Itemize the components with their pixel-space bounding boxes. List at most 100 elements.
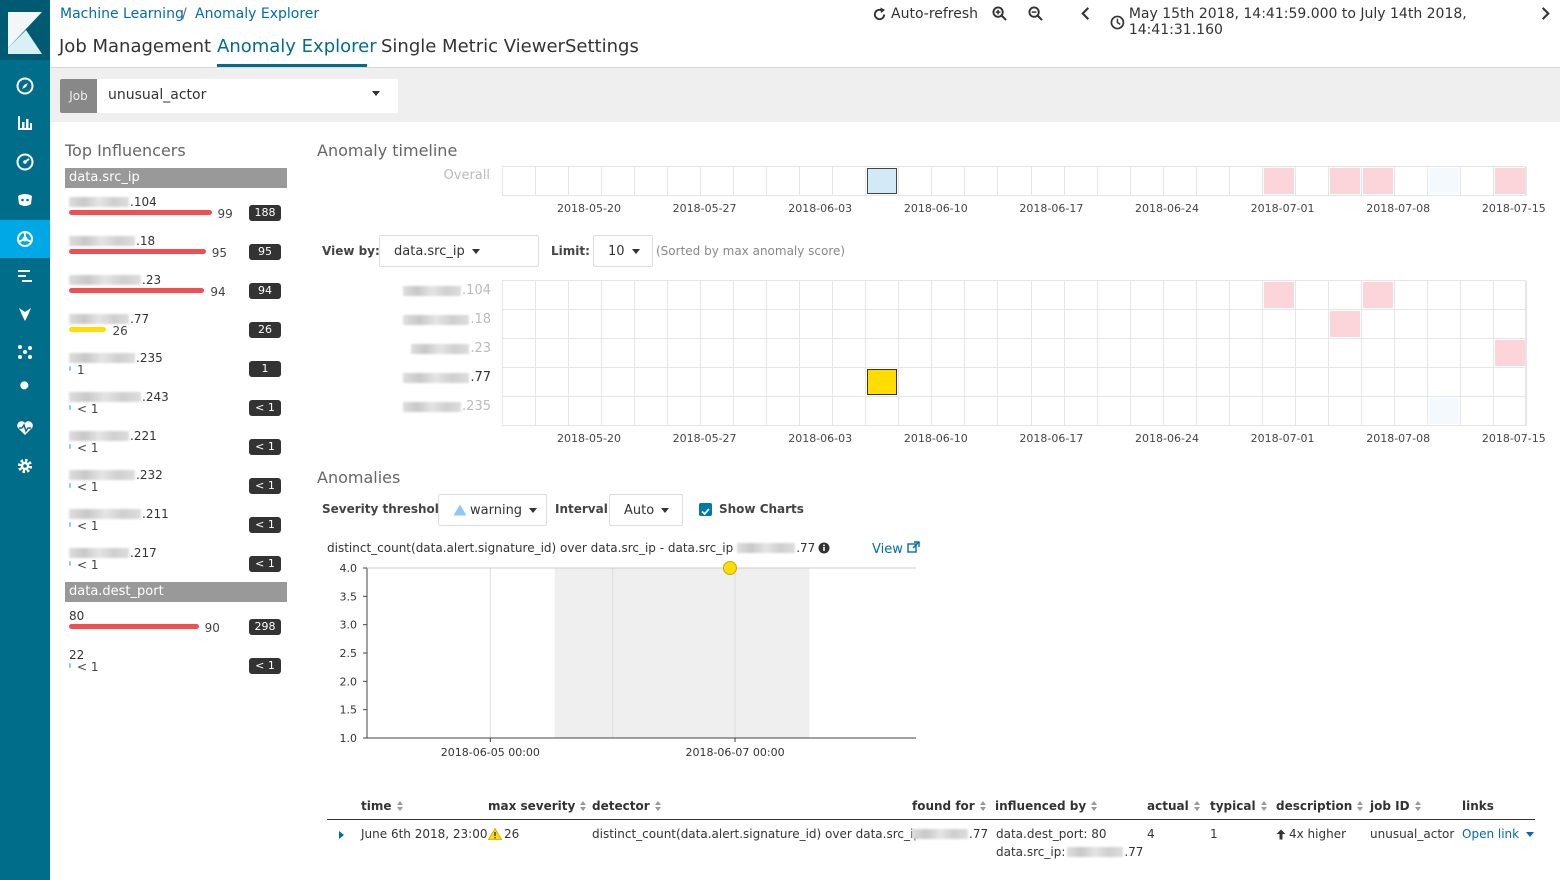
swimlane-cell[interactable] <box>1196 397 1230 426</box>
swimlane-cell[interactable] <box>833 281 867 310</box>
swimlane-cell[interactable] <box>1163 397 1197 426</box>
swimlane-cell[interactable] <box>1460 339 1494 368</box>
anomaly-cell[interactable] <box>1362 282 1393 308</box>
swimlane-cell[interactable] <box>767 339 801 368</box>
swimlane-cell[interactable] <box>635 281 669 310</box>
interval-select[interactable]: Auto <box>609 494 683 526</box>
swimlane-cell[interactable] <box>602 339 636 368</box>
column-header[interactable]: time <box>361 799 403 813</box>
swimlane-row-label[interactable]: .104 <box>380 283 491 298</box>
swimlane-cell[interactable] <box>1031 281 1065 310</box>
swimlane-cell[interactable] <box>998 368 1032 397</box>
swimlane-cell[interactable] <box>1130 310 1164 339</box>
swimlane-cell[interactable] <box>899 368 933 397</box>
info-icon[interactable] <box>818 542 830 554</box>
swimlane-row-label[interactable]: .77 <box>380 370 491 385</box>
expand-row-icon[interactable] <box>338 830 346 840</box>
swimlane-cell[interactable] <box>1163 167 1197 196</box>
swimlane-cell[interactable] <box>503 167 537 196</box>
swimlane-cell[interactable] <box>1229 397 1263 426</box>
swimlane-cell[interactable] <box>536 339 570 368</box>
swimlane-cell[interactable] <box>1130 281 1164 310</box>
swimlane-cell[interactable] <box>965 339 999 368</box>
swimlane-cell[interactable] <box>1229 310 1263 339</box>
swimlane-cell[interactable] <box>1097 167 1131 196</box>
swimlane-cell[interactable] <box>1394 339 1428 368</box>
swimlane-cell[interactable] <box>1064 397 1098 426</box>
swimlane-cell[interactable] <box>569 368 603 397</box>
swimlane-cell[interactable] <box>1196 281 1230 310</box>
swimlane-cell[interactable] <box>1295 368 1329 397</box>
swimlane-cell[interactable] <box>734 368 768 397</box>
zoom-in-button[interactable] <box>992 6 1007 21</box>
swimlane-cell[interactable] <box>998 339 1032 368</box>
swimlane-cell[interactable] <box>1163 368 1197 397</box>
breadcrumb-machine-learning[interactable]: Machine Learning <box>60 6 184 22</box>
swimlane-cell[interactable] <box>1427 368 1461 397</box>
swimlane-cell[interactable] <box>734 339 768 368</box>
swimlane-cell[interactable] <box>602 281 636 310</box>
swimlane-cell[interactable] <box>833 167 867 196</box>
swimlane-cell[interactable] <box>734 310 768 339</box>
swimlane-cell[interactable] <box>1196 339 1230 368</box>
swimlane-cell[interactable] <box>800 339 834 368</box>
swimlane-cell[interactable] <box>1097 368 1131 397</box>
swimlane-cell[interactable] <box>701 339 735 368</box>
column-header[interactable]: max severity <box>488 799 587 813</box>
swimlane-cell[interactable] <box>1361 339 1395 368</box>
swimlane-cell[interactable] <box>536 368 570 397</box>
swimlane-cell[interactable] <box>1328 397 1362 426</box>
swimlane-cell[interactable] <box>1163 281 1197 310</box>
swimlane-cell[interactable] <box>569 397 603 426</box>
tab-single-metric-viewer[interactable]: Single Metric Viewer <box>381 36 565 57</box>
swimlane-cell[interactable] <box>1394 167 1428 196</box>
chart-view-link[interactable]: View <box>872 541 920 557</box>
swimlane-cell[interactable] <box>1262 310 1296 339</box>
swimlane-cell[interactable] <box>833 368 867 397</box>
column-header[interactable]: job ID <box>1370 799 1421 813</box>
swimlane-cell[interactable] <box>635 368 669 397</box>
auto-refresh-button[interactable]: Auto-refresh <box>872 6 978 22</box>
anomaly-cell[interactable] <box>1428 398 1459 424</box>
swimlane-cell[interactable] <box>1328 368 1362 397</box>
influencer-name[interactable]: 80 <box>69 609 84 623</box>
tab-job-management[interactable]: Job Management <box>59 36 211 57</box>
swimlane-cell[interactable] <box>635 167 669 196</box>
anomaly-cell[interactable] <box>867 168 898 194</box>
swimlane-cell[interactable] <box>701 368 735 397</box>
swimlane-cell[interactable] <box>1064 339 1098 368</box>
swimlane-cell[interactable] <box>1460 397 1494 426</box>
swimlane-cell[interactable] <box>1097 281 1131 310</box>
swimlane-cell[interactable] <box>1460 310 1494 339</box>
swimlane-cell[interactable] <box>800 281 834 310</box>
swimlane-cell[interactable] <box>833 339 867 368</box>
swimlane-cell[interactable] <box>767 397 801 426</box>
swimlane-cell[interactable] <box>800 167 834 196</box>
swimlane-cell[interactable] <box>1229 368 1263 397</box>
swimlane-cell[interactable] <box>932 281 966 310</box>
anomaly-cell[interactable] <box>1494 340 1525 366</box>
swimlane-cell[interactable] <box>1097 310 1131 339</box>
swimlane-cell[interactable] <box>767 310 801 339</box>
anomaly-cell[interactable] <box>867 369 898 395</box>
swimlane-cell[interactable] <box>899 339 933 368</box>
swimlane-cell[interactable] <box>1196 368 1230 397</box>
swimlane-cell[interactable] <box>701 167 735 196</box>
swimlane-cell[interactable] <box>1262 397 1296 426</box>
swimlane-cell[interactable] <box>1427 310 1461 339</box>
swimlane-cell[interactable] <box>1130 368 1164 397</box>
swimlane-cell[interactable] <box>1394 281 1428 310</box>
swimlane-cell[interactable] <box>1262 339 1296 368</box>
swimlane-cell[interactable] <box>1064 281 1098 310</box>
time-picker-button[interactable]: May 15th 2018, 14:41:59.000 to July 14th… <box>1110 6 1560 38</box>
swimlane-cell[interactable] <box>503 281 537 310</box>
swimlane-cell[interactable] <box>1064 167 1098 196</box>
dashboard-icon[interactable] <box>0 143 50 181</box>
column-header[interactable]: links <box>1462 799 1494 813</box>
swimlane-cell[interactable] <box>965 310 999 339</box>
swimlane-cell[interactable] <box>1031 167 1065 196</box>
swimlane-cell[interactable] <box>932 310 966 339</box>
swimlane-cell[interactable] <box>1394 368 1428 397</box>
swimlane-cell[interactable] <box>1295 339 1329 368</box>
swimlane-cell[interactable] <box>1493 281 1527 310</box>
